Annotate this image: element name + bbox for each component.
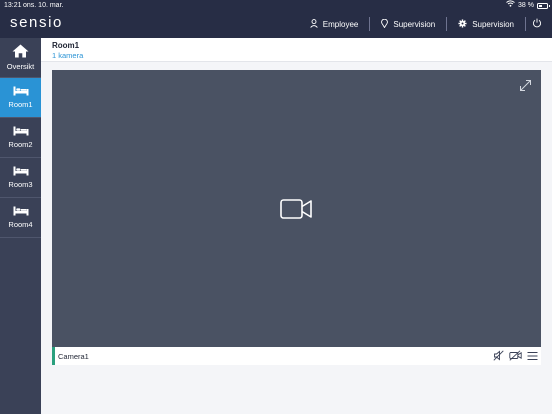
- sidebar-item-room2[interactable]: Room2: [0, 118, 41, 158]
- battery-percent: 38 %: [518, 2, 534, 9]
- brand-text: sensio: [10, 14, 63, 31]
- sidebar-item-label: Room4: [8, 220, 33, 229]
- camera-video-view[interactable]: [52, 70, 541, 347]
- brand-logo: sensio: [10, 14, 63, 31]
- page-title: Room1: [52, 41, 80, 50]
- wifi-icon: [506, 0, 515, 11]
- top-bar: 13:21 ons. 10. mar. 38 % sensio Employee…: [0, 0, 552, 38]
- power-button[interactable]: [526, 18, 552, 30]
- employee-label: Employee: [322, 19, 359, 29]
- location-pin-icon: [381, 18, 389, 30]
- bed-icon: [13, 86, 29, 98]
- sidebar-item-room4[interactable]: Room4: [0, 198, 41, 238]
- bed-icon: [13, 166, 29, 178]
- camera-name: Camera1: [58, 352, 89, 361]
- camera-count: 1 kamera: [52, 51, 84, 60]
- camera-actions: [493, 350, 538, 361]
- camera-bar: Camera1: [52, 347, 541, 365]
- supervision-settings-button[interactable]: Supervision: [447, 16, 525, 32]
- sidebar-item-label: Oversikt: [6, 62, 35, 71]
- sidebar-item-oversikt[interactable]: Oversikt: [0, 38, 41, 78]
- status-date: ons. 10. mar.: [23, 2, 64, 9]
- sidebar-item-room1[interactable]: Room1: [0, 78, 41, 118]
- room-header: Room1 1 kamera: [41, 38, 552, 62]
- gear-icon: [458, 18, 467, 30]
- home-icon: [12, 44, 29, 60]
- supervision-settings-label: Supervision: [472, 19, 514, 29]
- supervision-location-button[interactable]: Supervision: [370, 16, 446, 32]
- sidebar-item-label: Room1: [8, 100, 33, 109]
- status-right: 38 %: [506, 0, 550, 11]
- speaker-muted-icon[interactable]: [493, 350, 504, 361]
- status-time: 13:21: [4, 2, 22, 9]
- employee-button[interactable]: Employee: [299, 16, 370, 32]
- battery-icon: [537, 2, 550, 9]
- supervision-location-label: Supervision: [393, 19, 436, 29]
- sidebar-item-label: Room2: [8, 140, 33, 149]
- sidebar: Oversikt Room1 Room2 Room3 Room4: [0, 38, 41, 414]
- sidebar-item-room3[interactable]: Room3: [0, 158, 41, 198]
- person-icon: [310, 18, 318, 30]
- bed-icon: [13, 206, 29, 218]
- header-nav: Employee Supervision Supervision: [299, 14, 552, 34]
- bed-icon: [13, 126, 29, 138]
- camera-off-icon[interactable]: [509, 350, 522, 361]
- video-camera-icon: [280, 198, 312, 225]
- status-bar: 13:21 ons. 10. mar. 38 %: [0, 0, 552, 11]
- menu-icon[interactable]: [527, 351, 538, 361]
- sidebar-item-label: Room3: [8, 180, 33, 189]
- fullscreen-icon[interactable]: [519, 79, 532, 97]
- power-icon: [532, 18, 542, 30]
